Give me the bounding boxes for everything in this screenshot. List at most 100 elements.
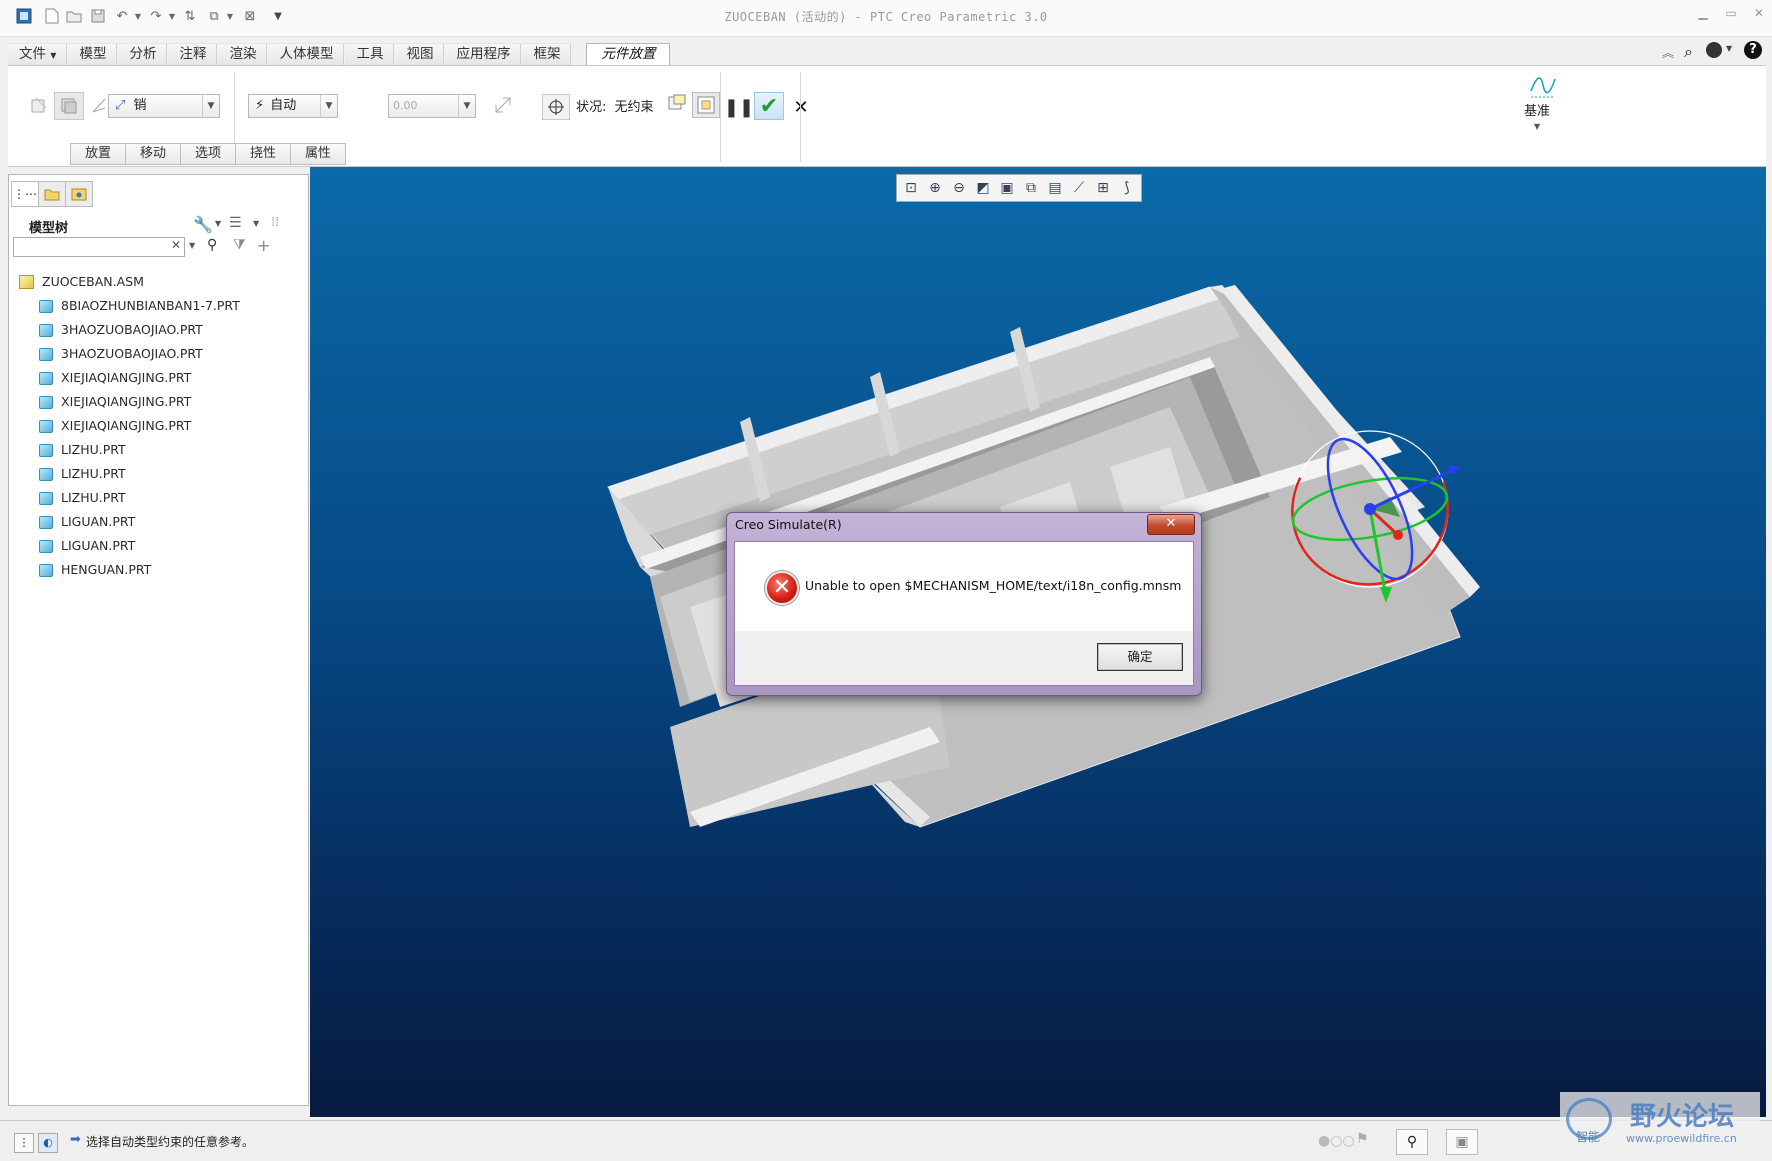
tree-item[interactable]: 3HAOZUOBAOJIAO.PRT — [39, 319, 203, 341]
part-icon — [39, 323, 53, 337]
menu-manikin[interactable]: 人体模型 — [268, 43, 345, 66]
menu-annotate[interactable]: 注释 — [168, 43, 218, 66]
add-column-icon[interactable]: + — [257, 236, 270, 255]
menu-applications[interactable]: 应用程序 — [445, 43, 522, 66]
menu-render[interactable]: 渲染 — [218, 43, 268, 66]
tree-settings-icon[interactable]: 🔧 — [193, 215, 213, 234]
offset-value-input[interactable]: 0.00 ▼ — [388, 94, 476, 118]
tree-item[interactable]: XIEJIAQIANGJING.PRT — [39, 367, 191, 389]
clear-search-icon[interactable]: ✕ — [171, 238, 181, 252]
collapse-ribbon-icon[interactable]: ︽ — [1662, 44, 1674, 61]
menu-model[interactable]: 模型 — [68, 43, 118, 66]
tree-item[interactable]: LIZHU.PRT — [39, 487, 126, 509]
tree-root-item[interactable]: ZUOCEBAN.ASM — [19, 271, 144, 293]
tree-item[interactable]: LIGUAN.PRT — [39, 511, 135, 533]
subtab-flexibility[interactable]: 挠性 — [236, 143, 291, 165]
subtab-properties[interactable]: 属性 — [291, 143, 346, 165]
subtab-move[interactable]: 移动 — [126, 143, 181, 165]
menu-view[interactable]: 视图 — [395, 43, 445, 66]
maximize-button[interactable]: ▭ — [1718, 6, 1744, 24]
placement-status-icon[interactable] — [542, 94, 570, 120]
menu-file[interactable]: 文件 ▼ — [8, 43, 68, 66]
search-dropdown-icon[interactable]: ▼ — [189, 241, 195, 250]
status-message: 选择自动类型约束的任意参考。 — [86, 1135, 255, 1149]
model-tree-tab[interactable]: ⋮⋯ — [11, 181, 39, 207]
menu-analysis[interactable]: 分析 — [118, 43, 168, 66]
dialog-footer: 确定 — [735, 631, 1193, 685]
tree-item[interactable]: HENGUAN.PRT — [39, 559, 151, 581]
help-icon[interactable]: ? — [1744, 41, 1762, 59]
close-button[interactable]: ✕ — [1746, 6, 1772, 24]
model-tree-title: 模型树 — [29, 221, 69, 236]
tree-item[interactable]: 8BIAOZHUNBIANBAN1-7.PRT — [39, 295, 240, 317]
assembly-window-icon[interactable] — [692, 92, 720, 118]
datum-icon[interactable] — [1528, 72, 1558, 100]
menu-component-placement[interactable]: 元件放置 — [586, 43, 671, 66]
favorites-tab[interactable] — [66, 181, 93, 207]
watermark-url: www.proewildfire.cn — [1626, 1132, 1737, 1145]
selection-filter-icon[interactable]: ▣ — [1446, 1129, 1478, 1155]
part-icon — [39, 539, 53, 553]
toggle-browser-icon[interactable]: ◐ — [38, 1133, 58, 1153]
dialog-message: Unable to open $MECHANISM_HOME/text/i18n… — [805, 578, 1182, 593]
minimize-button[interactable]: ▁ — [1690, 6, 1716, 24]
menu-tools[interactable]: 工具 — [345, 43, 395, 66]
tree-item[interactable]: LIZHU.PRT — [39, 439, 126, 461]
forum-watermark: 智能 野火论坛 www.proewildfire.cn — [1560, 1092, 1760, 1152]
error-dialog: Creo Simulate(R) ✕ ✕ Unable to open $MEC… — [726, 512, 1202, 696]
tree-item[interactable]: 3HAOZUOBAOJIAO.PRT — [39, 343, 203, 365]
chevron-down-icon: ▼ — [458, 95, 475, 117]
dialog-close-button[interactable]: ✕ — [1147, 514, 1195, 535]
connection-icon[interactable] — [88, 94, 110, 116]
window-title: ZUOCEBAN (活动的) - PTC Creo Parametric 3.0 — [724, 10, 1048, 24]
tree-item[interactable]: LIZHU.PRT — [39, 463, 126, 485]
show-list-icon[interactable]: ☰ — [229, 215, 242, 231]
confirm-button[interactable]: ✔ — [754, 92, 784, 120]
subtab-options[interactable]: 选项 — [181, 143, 236, 165]
flip-icon[interactable] — [492, 94, 514, 116]
ok-button[interactable]: 确定 — [1097, 643, 1183, 671]
menu-framework[interactable]: 框架 — [522, 43, 572, 66]
offset-type-select[interactable]: ⚡ 自动 ▼ — [248, 94, 338, 118]
filter-icon[interactable]: ⧩ — [233, 237, 246, 253]
part-icon — [39, 515, 53, 529]
tree-item[interactable]: LIGUAN.PRT — [39, 535, 135, 557]
ribbon-subtabs: 放置 移动 选项 挠性 属性 — [70, 143, 346, 165]
tree-settings-dropdown-icon[interactable]: ▼ — [215, 219, 221, 228]
find-binoculars-icon[interactable]: ⚲ — [207, 237, 217, 253]
find-icon[interactable]: ⚲ — [1396, 1129, 1428, 1155]
constraint-set-icon[interactable] — [54, 92, 84, 120]
error-icon: ✕ — [765, 571, 799, 605]
tree-search-input[interactable]: ✕ — [13, 237, 185, 257]
title-bar: ↶ ▼ ↷ ▼ ⇅ ⧉ ▼ ⊠ ▼ ZUOCEBAN (活动的) - PTC C… — [0, 0, 1772, 37]
watermark-name: 野火论坛 — [1630, 1102, 1735, 1132]
community-dropdown-icon[interactable]: ▼ — [1726, 44, 1732, 53]
pin-icon: ⤢ — [115, 98, 126, 113]
show-dropdown-icon[interactable]: ▼ — [253, 219, 259, 228]
pause-button[interactable]: ❚❚ — [724, 96, 754, 118]
user-defined-set-icon[interactable] — [28, 94, 50, 116]
assembly-icon — [19, 275, 34, 289]
separate-window-icon[interactable] — [666, 92, 688, 114]
part-icon — [39, 299, 53, 313]
regeneration-status-icon: ●○○ — [1318, 1133, 1355, 1149]
tree-item[interactable]: XIEJIAQIANGJING.PRT — [39, 415, 191, 437]
datum-dropdown-icon[interactable]: ▼ — [1534, 122, 1540, 131]
constraint-type-select[interactable]: ⤢ 销 ▼ — [108, 94, 220, 118]
toggle-navigator-icon[interactable]: ⋮ — [14, 1133, 34, 1153]
chevron-down-icon: ▼ — [50, 51, 57, 60]
subtab-placement[interactable]: 放置 — [70, 143, 126, 165]
tree-columns-icon[interactable]: ⁞⁞ — [271, 215, 279, 230]
cancel-button[interactable]: ✕ — [790, 96, 812, 118]
menu-bar: 文件 ▼ 模型 分析 注释 渲染 人体模型 工具 视图 应用程序 框架 元件放置 — [8, 43, 671, 66]
watermark-sub: 智能 — [1576, 1130, 1601, 1144]
status-label: 状况: — [576, 100, 607, 115]
community-icon[interactable] — [1706, 42, 1722, 58]
status-bar: ⋮ ◐ ➡ 选择自动类型约束的任意参考。 ●○○ ⚑ ⚲ ▣ — [0, 1120, 1772, 1161]
search-icon[interactable]: ⌕ — [1684, 42, 1693, 62]
tree-item[interactable]: XIEJIAQIANGJING.PRT — [39, 391, 191, 413]
flag-icon[interactable]: ⚑ — [1356, 1131, 1369, 1147]
folder-browser-tab[interactable] — [39, 181, 66, 207]
model-tree-panel: ⋮⋯ 模型树 🔧 ▼ ☰ ▼ ⁞⁞ ✕ ▼ ⚲ ⧩ + ZUOCEBAN.ASM… — [8, 174, 309, 1106]
datum-label[interactable]: 基准 — [1524, 100, 1550, 119]
